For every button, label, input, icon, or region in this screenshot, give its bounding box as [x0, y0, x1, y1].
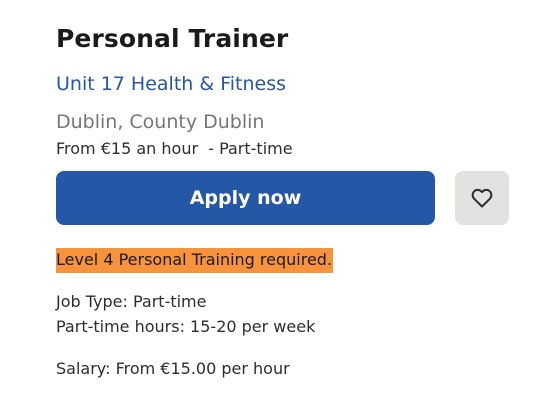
salary-job-type-line: From €15 an hour - Part-time	[56, 139, 293, 158]
job-type-detail: Job Type: Part-time	[56, 292, 207, 311]
company-link[interactable]: Unit 17 Health & Fitness	[56, 73, 286, 95]
salary-summary: From €15 an hour	[56, 139, 199, 158]
requirement-highlight: Level 4 Personal Training required.	[56, 248, 334, 273]
heart-icon	[470, 186, 494, 210]
hours-detail: Part-time hours: 15-20 per week	[56, 317, 316, 336]
job-title: Personal Trainer	[56, 24, 289, 53]
job-location: Dublin, County Dublin	[56, 111, 265, 133]
apply-now-button[interactable]: Apply now	[56, 171, 435, 225]
save-job-button[interactable]	[455, 171, 509, 225]
job-type-summary: Part-time	[219, 139, 293, 158]
apply-now-label: Apply now	[189, 187, 302, 209]
separator: -	[198, 139, 220, 158]
salary-detail: Salary: From €15.00 per hour	[56, 359, 290, 378]
